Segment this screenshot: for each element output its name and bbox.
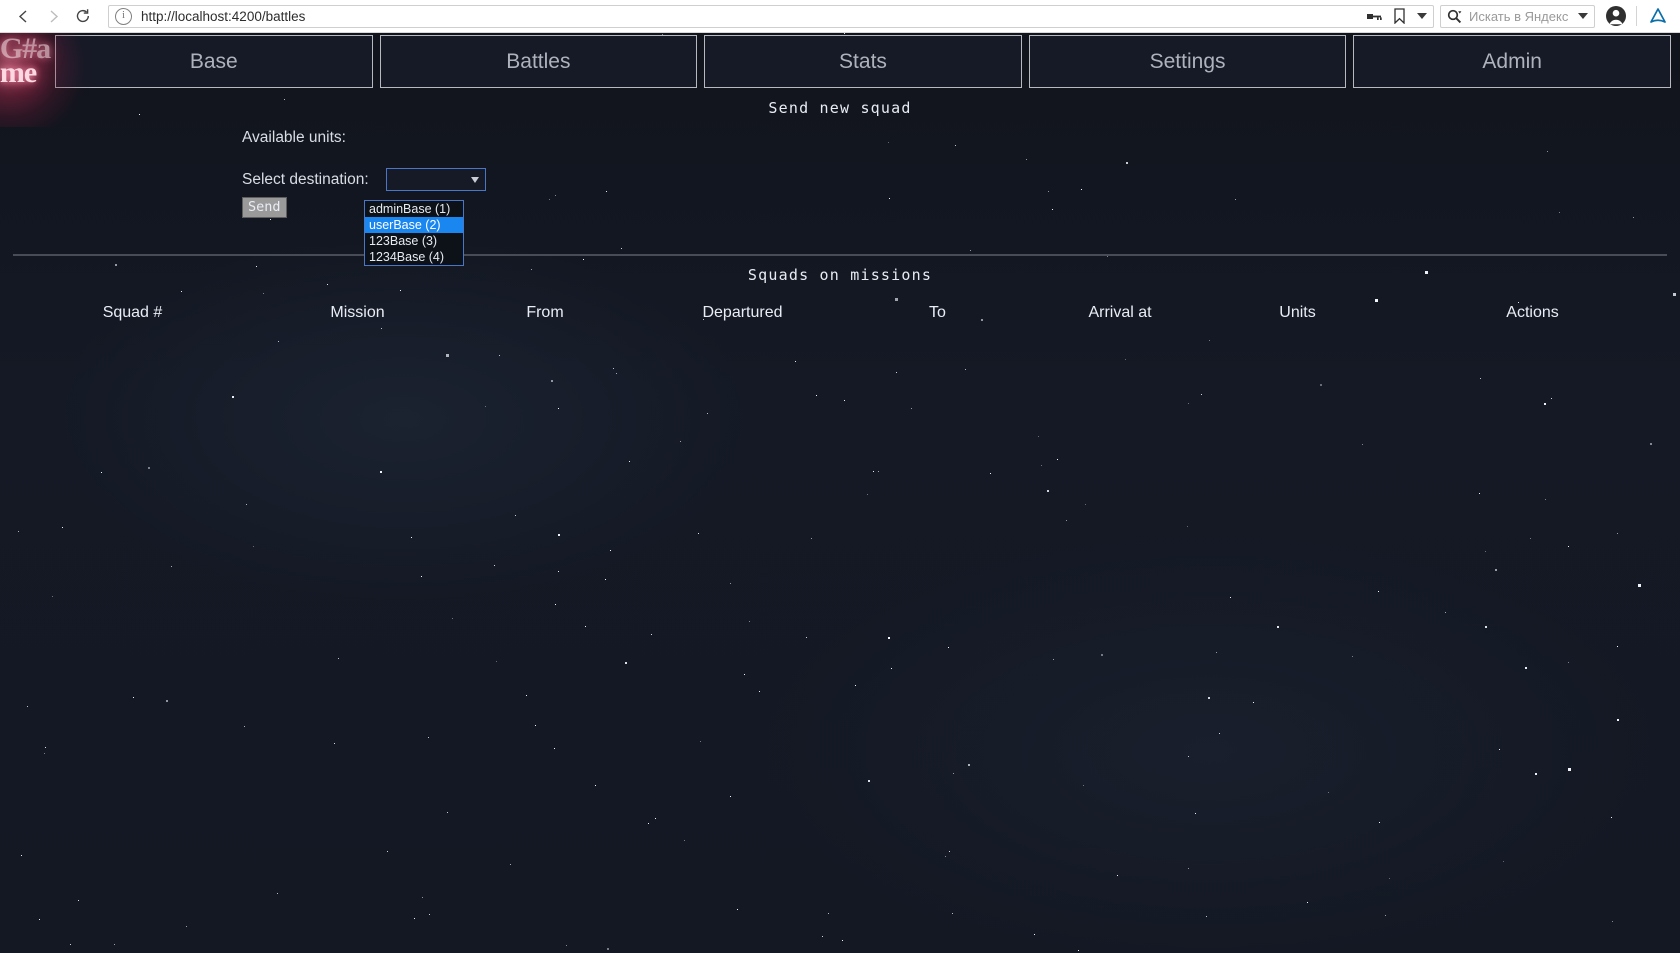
address-bar-actions	[1367, 8, 1427, 24]
key-icon[interactable]	[1367, 10, 1382, 23]
dropdown-option-123base[interactable]: 123Base (3)	[365, 233, 463, 249]
tab-stats[interactable]: Stats	[704, 35, 1022, 88]
forward-button[interactable]	[38, 1, 68, 31]
logo-text: G#a me	[0, 33, 51, 88]
dropdown-option-adminbase[interactable]: adminBase (1)	[365, 201, 463, 217]
yandex-icon	[1650, 8, 1666, 23]
address-bar[interactable]: i http://localhost:4200/battles	[108, 4, 1434, 28]
main-navigation: G#a me Base Battles Stats Settings Admin	[0, 33, 1680, 127]
dropdown-option-1234base[interactable]: 1234Base (4)	[365, 249, 463, 265]
reload-icon	[76, 9, 90, 23]
profile-avatar-icon	[1606, 6, 1626, 26]
search-input-placeholder: Искать в Яндекс	[1469, 8, 1569, 24]
site-logo[interactable]: G#a me	[0, 33, 90, 127]
section-divider	[13, 254, 1667, 256]
column-header-units: Units	[1279, 304, 1316, 321]
select-destination-label: Select destination:	[242, 170, 369, 188]
site-info-icon[interactable]: i	[115, 7, 132, 25]
yandex-button[interactable]	[1644, 3, 1672, 29]
forward-arrow-icon	[50, 9, 58, 23]
bookmark-icon[interactable]	[1393, 8, 1406, 24]
column-header-mission: Mission	[330, 304, 385, 321]
available-units-label: Available units:	[242, 129, 346, 146]
chevron-down-icon[interactable]	[1417, 13, 1427, 19]
tab-battles[interactable]: Battles	[379, 35, 698, 88]
reload-button[interactable]	[68, 1, 98, 31]
tab-admin[interactable]: Admin	[1353, 35, 1671, 88]
search-box[interactable]: Искать в Яндекс	[1440, 4, 1595, 28]
destination-select[interactable]	[385, 168, 486, 191]
column-header-squad-number: Squad #	[102, 304, 163, 321]
column-header-to: To	[929, 304, 946, 321]
squads-on-missions-title: Squads on missions	[747, 266, 933, 284]
address-bar-url: http://localhost:4200/battles	[141, 8, 306, 24]
column-header-arrival-at: Arrival at	[1088, 304, 1152, 321]
send-button[interactable]: Send	[242, 197, 287, 218]
send-squad-form: Available units: Select destination: adm…	[0, 129, 1680, 266]
missions-table-header: Squad # Mission From Departured To Arriv…	[0, 304, 1680, 322]
destination-dropdown-list[interactable]: adminBase (1) userBase (2) 123Base (3) 1…	[364, 200, 464, 266]
select-destination-row: Select destination: adminBase (1) userBa…	[242, 168, 1680, 266]
send-new-squad-title: Send new squad	[768, 99, 912, 117]
available-units-row: Available units:	[242, 129, 1680, 159]
column-header-from: From	[526, 304, 564, 321]
back-arrow-icon	[18, 9, 26, 23]
dropdown-option-userbase[interactable]: userBase (2)	[365, 217, 463, 233]
browser-toolbar: i http://localhost:4200/battles Искать в…	[0, 0, 1680, 33]
search-chevron-down-icon[interactable]	[1578, 13, 1588, 19]
column-header-actions: Actions	[1506, 304, 1559, 321]
page-body: G#a me Base Battles Stats Settings Admin…	[0, 33, 1680, 953]
column-header-departured: Departured	[702, 304, 783, 321]
tab-settings[interactable]: Settings	[1028, 35, 1347, 88]
profile-button[interactable]	[1603, 3, 1629, 29]
search-icon	[1447, 9, 1462, 23]
tab-base[interactable]: Base	[55, 35, 373, 88]
logo-line-1: G#a	[0, 33, 51, 66]
toolbar-separator	[1636, 6, 1637, 26]
select-chevron-down-icon	[470, 176, 479, 183]
back-button[interactable]	[8, 1, 38, 31]
